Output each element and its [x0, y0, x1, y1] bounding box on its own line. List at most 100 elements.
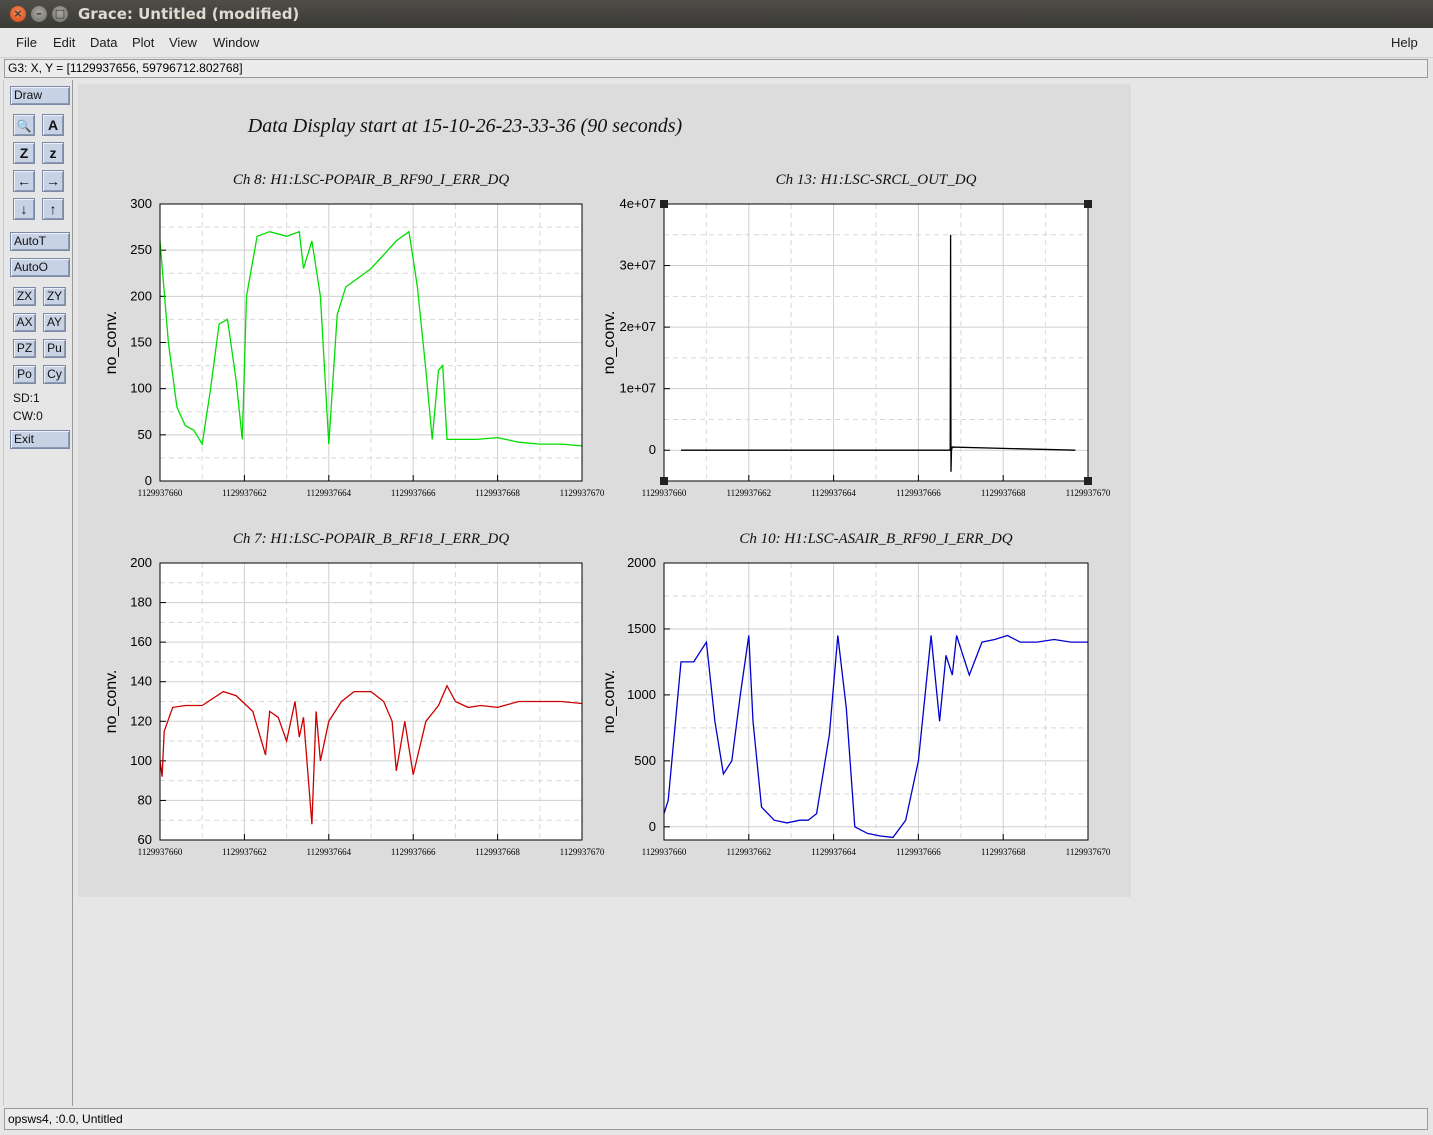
- cy-button[interactable]: Cy: [43, 365, 66, 384]
- autoticks-button[interactable]: AutoO: [10, 258, 70, 277]
- zoom-x-icon: Z: [19, 145, 29, 161]
- chart1-x-tick-label: 1129937664: [306, 488, 351, 498]
- plots-svg[interactable]: Data Display start at 15-10-26-23-33-36 …: [78, 84, 1131, 897]
- coordinate-readout: G3: X, Y = [1129937656, 59796712.802768]: [4, 59, 1428, 78]
- chart4-x-tick-label: 1129937662: [726, 847, 771, 857]
- chart2-x-tick-label: 1129937660: [642, 488, 687, 498]
- exit-button[interactable]: Exit: [10, 430, 70, 449]
- po-button[interactable]: Po: [13, 365, 36, 384]
- chart3-y-tick-label: 200: [130, 555, 152, 570]
- chart2-y-tick-label: 0: [649, 442, 656, 457]
- window-title: Grace: Untitled (modified): [78, 5, 300, 23]
- zoom-y-button[interactable]: z: [42, 142, 64, 164]
- arrow-left-icon: ←: [17, 173, 31, 189]
- chart1-y-tick-label: 0: [145, 473, 152, 488]
- chart2-y-axis-label: no_conv.: [601, 311, 618, 375]
- chart1-y-tick-label: 200: [130, 288, 152, 303]
- chart2-y-tick-label: 3e+07: [619, 258, 656, 273]
- chart4-y-tick-label: 1000: [627, 687, 656, 702]
- selection-handle[interactable]: [1084, 477, 1092, 485]
- chart3-y-tick-label: 100: [130, 753, 152, 768]
- chart3-y-axis-label: no_conv.: [103, 670, 120, 734]
- chart4-y-tick-label: 500: [634, 753, 656, 768]
- chart3-x-tick-label: 1129937662: [222, 847, 267, 857]
- chart2-x-tick-label: 1129937668: [981, 488, 1026, 498]
- chart3-x-tick-label: 1129937666: [391, 847, 436, 857]
- chart2-y-tick-label: 4e+07: [619, 196, 656, 211]
- chart1-x-tick-label: 1129937670: [560, 488, 605, 498]
- menu-help[interactable]: Help: [1391, 35, 1418, 50]
- menu-data[interactable]: Data: [90, 35, 117, 50]
- chart1-y-tick-label: 100: [130, 381, 152, 396]
- menu-file[interactable]: File: [16, 35, 37, 50]
- close-window-button[interactable]: ×: [10, 6, 26, 22]
- minimize-icon: –: [36, 7, 42, 20]
- toolbox-panel: Draw 🔍 A Z z ← → ↓ ↑ AutoT AutoO ZX ZY A…: [3, 80, 73, 1106]
- menu-edit[interactable]: Edit: [53, 35, 75, 50]
- chart2-title: Ch 13: H1:LSC-SRCL_OUT_DQ: [776, 172, 977, 188]
- plot-main-title: Data Display start at 15-10-26-23-33-36 …: [247, 115, 683, 137]
- chart3-x-tick-label: 1129937668: [475, 847, 520, 857]
- scroll-left-button[interactable]: ←: [13, 170, 35, 192]
- pz-button[interactable]: PZ: [13, 339, 36, 358]
- status-bar: opsws4, :0.0, Untitled: [4, 1108, 1428, 1130]
- menu-window[interactable]: Window: [213, 35, 259, 50]
- zoom-y-icon: z: [49, 145, 57, 161]
- scroll-down-button[interactable]: ↓: [13, 198, 35, 220]
- title-bar: × – □ Grace: Untitled (modified): [0, 0, 1433, 28]
- zy-button[interactable]: ZY: [43, 287, 66, 306]
- chart4-x-tick-label: 1129937666: [896, 847, 941, 857]
- chart2-y-tick-label: 2e+07: [619, 319, 656, 334]
- ay-button[interactable]: AY: [43, 313, 66, 332]
- chart1-y-tick-label: 300: [130, 196, 152, 211]
- chart1-y-axis-label: no_conv.: [103, 311, 120, 375]
- plot-canvas[interactable]: Data Display start at 15-10-26-23-33-36 …: [78, 84, 1131, 897]
- zoom-button[interactable]: 🔍: [13, 114, 35, 136]
- stack-depth-label: SD:1: [13, 391, 40, 405]
- chart4-y-axis-label: no_conv.: [601, 670, 618, 734]
- chart3-title: Ch 7: H1:LSC-POPAIR_B_RF18_I_ERR_DQ: [233, 531, 510, 547]
- zoom-icon: 🔍: [16, 119, 32, 133]
- ax-button[interactable]: AX: [13, 313, 36, 332]
- chart3-y-tick-label: 180: [130, 595, 152, 610]
- text-label-icon: A: [47, 117, 59, 133]
- chart1-x-tick-label: 1129937666: [391, 488, 436, 498]
- chart1-x-tick-label: 1129937662: [222, 488, 267, 498]
- zx-button[interactable]: ZX: [13, 287, 36, 306]
- chart3-y-tick-label: 60: [138, 832, 152, 847]
- selection-handle[interactable]: [1084, 200, 1092, 208]
- chart3-y-tick-label: 80: [138, 792, 152, 807]
- menu-plot[interactable]: Plot: [132, 35, 154, 50]
- menu-view[interactable]: View: [169, 35, 197, 50]
- chart4-y-tick-label: 0: [649, 819, 656, 834]
- canvas-area[interactable]: Data Display start at 15-10-26-23-33-36 …: [75, 80, 1428, 1106]
- chart3-x-tick-label: 1129937670: [560, 847, 605, 857]
- chart3-x-tick-label: 1129937664: [306, 847, 351, 857]
- zoom-x-button[interactable]: Z: [13, 142, 35, 164]
- chart4-x-tick-label: 1129937664: [811, 847, 856, 857]
- close-icon: ×: [13, 7, 23, 20]
- chart2-x-tick-label: 1129937666: [896, 488, 941, 498]
- selection-handle[interactable]: [660, 477, 668, 485]
- minimize-window-button[interactable]: –: [31, 6, 47, 22]
- chart3-y-tick-label: 140: [130, 674, 152, 689]
- pu-button[interactable]: Pu: [43, 339, 66, 358]
- current-world-label: CW:0: [13, 409, 43, 423]
- chart2-x-tick-label: 1129937664: [811, 488, 856, 498]
- chart1-y-tick-label: 50: [138, 427, 152, 442]
- chart4-y-tick-label: 1500: [627, 621, 656, 636]
- chart4-title: Ch 10: H1:LSC-ASAIR_B_RF90_I_ERR_DQ: [739, 531, 1012, 547]
- autoscale-button[interactable]: AutoT: [10, 232, 70, 251]
- arrow-down-icon: ↓: [20, 201, 28, 217]
- chart1-x-tick-label: 1129937660: [138, 488, 183, 498]
- selection-handle[interactable]: [660, 200, 668, 208]
- chart4-x-tick-label: 1129937670: [1066, 847, 1111, 857]
- draw-button[interactable]: Draw: [10, 86, 70, 105]
- scroll-up-button[interactable]: ↑: [42, 198, 64, 220]
- maximize-window-button[interactable]: □: [52, 6, 68, 22]
- chart1-x-tick-label: 1129937668: [475, 488, 520, 498]
- text-label-button[interactable]: A: [42, 114, 64, 136]
- scroll-right-button[interactable]: →: [42, 170, 64, 192]
- chart1-y-tick-label: 250: [130, 242, 152, 257]
- arrow-right-icon: →: [46, 173, 60, 189]
